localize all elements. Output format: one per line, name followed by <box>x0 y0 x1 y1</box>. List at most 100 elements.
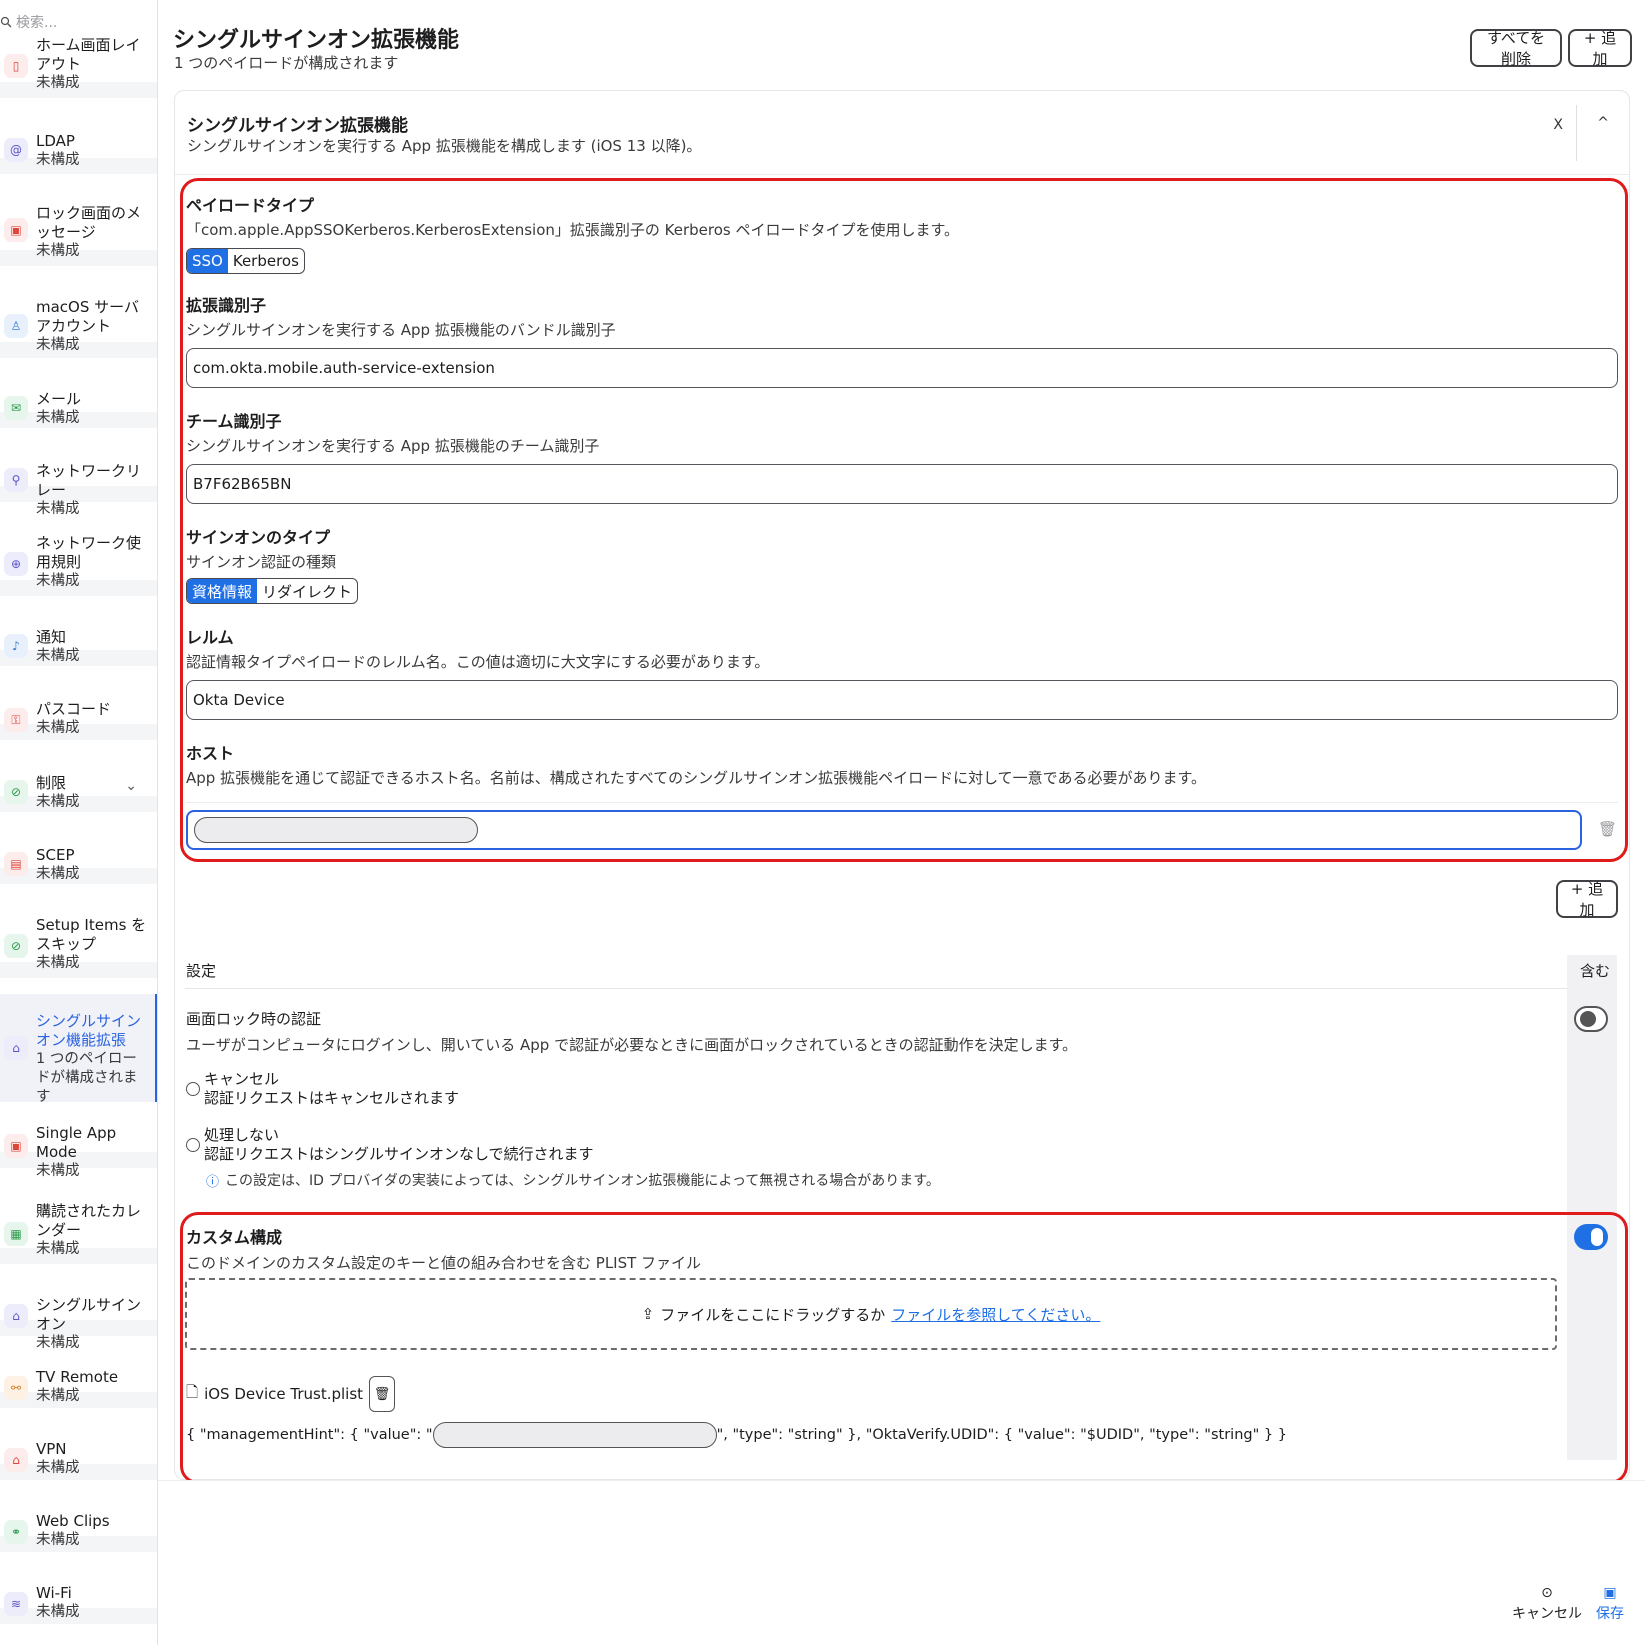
sidebar-item-wifi[interactable]: ≋ Wi-Fi 未構成 <box>0 1572 157 1624</box>
payload-type-segmented[interactable]: SSO Kerberos <box>186 248 305 274</box>
globe-icon: ⊕ <box>4 552 28 576</box>
payload-type-kerberos[interactable]: Kerberos <box>228 249 304 273</box>
sidebar-item-status: 未構成 <box>36 955 80 971</box>
sidebar-item-passcode[interactable]: ⚿ パスコード 未構成 <box>0 688 157 740</box>
sidebar-item-single-app-mode[interactable]: ▣ Single App Mode 未構成 <box>0 1112 157 1179</box>
signon-type-desc: サインオン認証の種類 <box>186 553 337 571</box>
host-input[interactable] <box>186 810 1582 850</box>
sidebar-item-ldap[interactable]: @ LDAP 未構成 <box>0 112 157 174</box>
payload-type-label: ペイロードタイプ <box>186 196 315 215</box>
save-label: 保存 <box>1596 1606 1624 1622</box>
signon-type-credential[interactable]: 資格情報 <box>187 579 258 603</box>
sidebar-item-scep[interactable]: ▤ SCEP 未構成 <box>0 832 157 884</box>
sidebar-search[interactable]: 検索... <box>0 8 150 36</box>
sidebar-item-network-usage-rules[interactable]: ⊕ ネットワーク使用規則未構成 <box>0 522 157 596</box>
sidebar-item-label: ネットワーク使用規則 <box>36 534 142 571</box>
sidebar-item-status: 未構成 <box>36 243 80 259</box>
option-none-title: 処理しない <box>204 1126 280 1144</box>
sidebar-item-label: 購読されたカレンダー <box>36 1202 142 1239</box>
save-icon: ▣ <box>1603 1585 1617 1601</box>
info-icon: ⓘ <box>206 1174 220 1190</box>
plist-file-row: 🗋 iOS Device Trust.plist 🗑 <box>186 1376 396 1412</box>
signon-type-redirect[interactable]: リダイレクト <box>257 579 357 603</box>
signon-type-segmented[interactable]: 資格情報 リダイレクト <box>186 578 359 604</box>
radio-cancel[interactable] <box>186 1082 200 1096</box>
sidebar-item-single-sign-on[interactable]: ⌂ シングルサインオン 未構成 <box>0 1284 157 1351</box>
sidebar-item-vpn[interactable]: ⌂ VPN 未構成 <box>0 1428 157 1480</box>
sidebar-item-subscribed-calendars[interactable]: ▦ 購読されたカレンダー 未構成 <box>0 1190 157 1264</box>
sidebar-item-tv-remote[interactable]: ⚯ TV Remote 未構成 <box>0 1356 157 1408</box>
sidebar-item-label: Single App Mode <box>36 1124 117 1161</box>
sidebar-item-status: 未構成 <box>36 152 80 168</box>
sidebar-item-label: TV Remote <box>36 1368 119 1386</box>
option-none: 処理しない 認証リクエストはシングルサインオンなしで続行されます <box>204 1126 594 1164</box>
file-drop-zone[interactable]: ⇪ ファイルをここにドラッグするか ファイルを参照してください。 <box>185 1278 1557 1350</box>
lock-auth-toggle[interactable] <box>1574 1006 1608 1032</box>
sidebar-item-status: 未構成 <box>36 337 80 353</box>
add-button[interactable]: + 追加 <box>1568 29 1632 68</box>
sidebar-item-status: 未構成 <box>36 1335 80 1351</box>
redacted-host <box>194 817 478 843</box>
bell-icon: ♪ <box>4 634 28 658</box>
extension-id-input[interactable]: com.okta.mobile.auth-service-extension <box>186 348 1618 388</box>
save-footer-button[interactable]: ▣ 保存 <box>1596 1585 1624 1623</box>
sidebar-item-status: 未構成 <box>36 573 80 589</box>
upload-icon: ⇪ <box>641 1305 655 1323</box>
search-icon <box>0 16 12 28</box>
drop-text: ファイルをここにドラッグするか <box>660 1305 886 1324</box>
close-icon[interactable]: X <box>1553 117 1563 133</box>
sidebar-item-macos-server-account[interactable]: ♙ macOS サーバアカウント 未構成 <box>0 284 157 358</box>
chevron-down-icon[interactable]: ⌄ <box>125 778 137 794</box>
skip-icon: ⊘ <box>4 934 28 958</box>
sidebar-item-sso-extension[interactable]: ⌂ シングルサインオン機能拡張 1 つのペイロードが構成されます <box>0 994 157 1105</box>
sidebar-item-home-screen-layout[interactable]: ▯ ホーム画面レイアウト 未構成 <box>0 36 157 98</box>
sidebar-item-skip-setup-items[interactable]: ⊘ Setup Items をスキップ 未構成 <box>0 904 157 978</box>
sidebar-item-mail[interactable]: ✉ メール未構成 <box>0 376 157 428</box>
note: ⓘ この設定は、ID プロバイダの実装によっては、シングルサインオン拡張機能によ… <box>206 1170 940 1190</box>
chevron-up-icon[interactable]: ^ <box>1597 115 1609 131</box>
file-name: iOS Device Trust.plist <box>204 1385 364 1403</box>
delete-all-button[interactable]: すべてを削除 <box>1470 29 1562 68</box>
sidebar-item-status: 未構成 <box>36 75 80 91</box>
sidebar-item-lock-screen-message[interactable]: ▣ ロック画面のメッセージ未構成 <box>0 192 157 266</box>
option-none-desc: 認証リクエストはシングルサインオンなしで続行されます <box>204 1145 594 1163</box>
realm-desc: 認証情報タイプペイロードのレルム名。この値は適切に大文字にする必要があります。 <box>186 653 770 671</box>
radio-none[interactable] <box>186 1138 200 1152</box>
signon-type-label: サインオンのタイプ <box>186 528 331 547</box>
sidebar-item-restrictions[interactable]: ⊘ 制限 未構成 ⌄ <box>0 760 157 812</box>
sidebar-item-label: メール <box>36 390 82 408</box>
mail-icon: ✉ <box>4 396 28 420</box>
cancel-footer-button[interactable]: ⊙ キャンセル <box>1512 1585 1582 1623</box>
sidebar-item-label: パスコード <box>36 700 112 718</box>
sso-icon: ⌂ <box>4 1036 28 1060</box>
sidebar-item-status: 未構成 <box>36 1241 80 1257</box>
option-cancel-desc: 認証リクエストはキャンセルされます <box>204 1089 460 1107</box>
sidebar-item-notifications[interactable]: ♪ 通知 未構成 <box>0 614 157 666</box>
lock-screen-icon: ▣ <box>4 218 28 242</box>
file-trash-icon[interactable]: 🗑 <box>369 1376 396 1412</box>
plist-prefix: { "managementHint": { "value": " <box>186 1427 433 1443</box>
add-host-button[interactable]: + 追加 <box>1556 880 1618 919</box>
sidebar-item-status: 未構成 <box>36 648 80 664</box>
sidebar-item-label: シングルサインオン <box>36 1296 142 1333</box>
custom-config-toggle[interactable] <box>1574 1224 1608 1250</box>
search-placeholder: 検索... <box>16 15 58 31</box>
settings-header: 設定 <box>186 962 217 980</box>
sidebar-item-status: 未構成 <box>36 410 80 426</box>
browse-file-link[interactable]: ファイルを参照してください。 <box>891 1304 1100 1325</box>
include-header: 含む <box>1580 962 1611 980</box>
sidebar-item-label: ロック画面のメッセージ <box>36 204 142 241</box>
team-id-input[interactable]: B7F62B65BN <box>186 464 1618 504</box>
sidebar-item-network-relay[interactable]: ⚲ ネットワークリレー 未構成 <box>0 450 157 517</box>
sidebar-item-label: ホーム画面レイアウト <box>36 36 141 73</box>
sidebar-item-label: macOS サーバアカウント <box>36 298 139 335</box>
team-id-label: チーム識別子 <box>186 412 282 431</box>
realm-input[interactable]: Okta Device <box>186 680 1618 720</box>
sidebar-item-label: シングルサインオン機能拡張 <box>36 1012 142 1049</box>
payload-type-sso[interactable]: SSO <box>187 249 228 273</box>
sidebar-item-web-clips[interactable]: ⚭ Web Clips 未構成 <box>0 1500 157 1552</box>
sidebar-item-status: 未構成 <box>36 1163 80 1179</box>
trash-icon[interactable]: 🗑 <box>1598 820 1617 838</box>
sidebar-item-label: SCEP <box>36 846 75 864</box>
relay-icon: ⚲ <box>4 468 28 492</box>
